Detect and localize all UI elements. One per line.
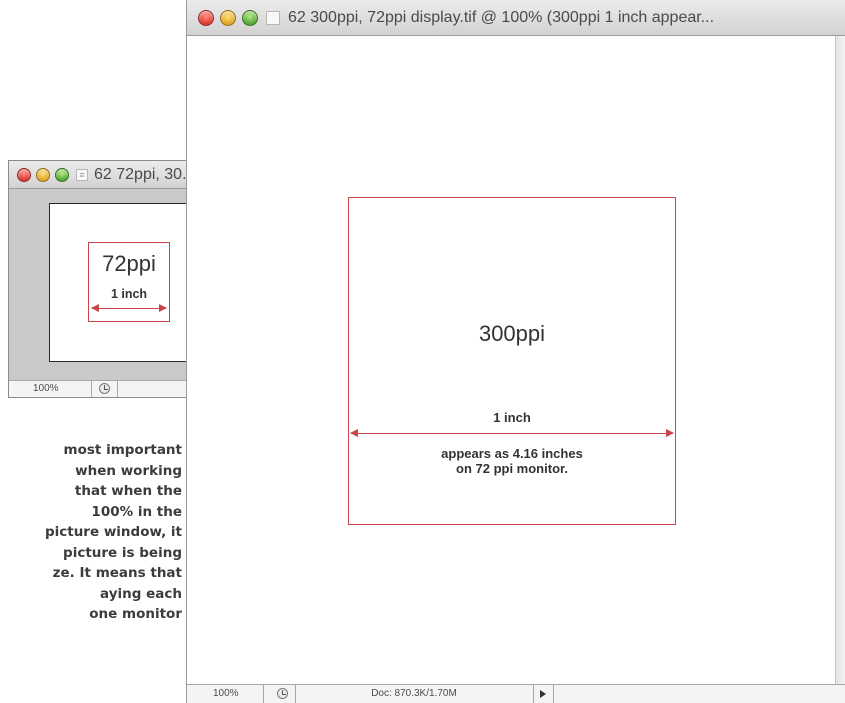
main-zoom-field[interactable]: 100% <box>187 685 263 703</box>
small-canvas[interactable]: 72ppi 1 inch <box>49 203 208 362</box>
small-inch-label: 1 inch <box>110 287 148 301</box>
main-measure-arrow <box>350 429 674 437</box>
status-divider <box>117 381 118 397</box>
document-proxy-icon[interactable] <box>266 10 280 25</box>
minimize-icon[interactable] <box>36 167 50 182</box>
status-divider <box>91 381 92 397</box>
main-inch-box: 300ppi 1 inch appears as 4.16 inches on … <box>348 197 676 525</box>
main-window-title: 62 300ppi, 72ppi display.tif @ 100% (300… <box>288 8 715 26</box>
small-inch-box: 72ppi 1 inch <box>88 242 170 322</box>
body-copy-line: 100% in the <box>91 503 182 520</box>
document-proxy-icon[interactable]: ≡ <box>76 168 88 181</box>
small-measure-arrow <box>91 304 167 312</box>
body-copy-line: picture window, it <box>44 524 182 540</box>
main-ppi-label: 300ppi <box>478 321 546 346</box>
body-copy-line: ze. It means that <box>52 565 182 581</box>
body-copy-line: when working <box>75 462 182 479</box>
close-icon[interactable] <box>17 167 31 182</box>
body-copy: most important when working that when th… <box>0 440 182 625</box>
main-inch-label: 1 inch <box>493 410 531 425</box>
body-copy-line: one monitor <box>89 606 182 622</box>
body-copy-line: that when the <box>74 483 182 499</box>
main-document-window: 62 300ppi, 72ppi display.tif @ 100% (300… <box>186 0 845 703</box>
main-vertical-scrollbar[interactable] <box>835 36 845 685</box>
clock-icon[interactable] <box>99 383 110 394</box>
doc-size-readout: Doc: 870.3K/1.70M <box>371 688 457 699</box>
clock-icon[interactable] <box>277 688 288 699</box>
small-zoom-field[interactable]: 100% <box>9 381 91 397</box>
body-copy-line: most important <box>63 442 182 458</box>
main-canvas[interactable]: 300ppi 1 inch appears as 4.16 inches on … <box>187 36 836 685</box>
zoom-icon[interactable] <box>242 9 258 26</box>
small-ppi-label: 72ppi <box>102 251 156 276</box>
play-arrow-icon[interactable] <box>540 690 546 698</box>
body-copy-line: picture is being <box>63 544 182 561</box>
body-copy-line: aying each <box>100 585 182 602</box>
close-icon[interactable] <box>198 9 214 26</box>
status-divider <box>263 685 264 703</box>
small-window-title: 62 72ppi, 30... <box>94 165 196 183</box>
status-divider <box>553 685 554 703</box>
minimize-icon[interactable] <box>220 9 236 26</box>
zoom-icon[interactable] <box>55 167 69 182</box>
main-note-line-1: appears as 4.16 inches <box>441 446 583 461</box>
status-divider <box>533 685 534 703</box>
main-status-bar: 100% Doc: 870.3K/1.70M <box>187 684 845 703</box>
main-window-titlebar[interactable]: 62 300ppi, 72ppi display.tif @ 100% (300… <box>187 0 845 36</box>
main-note-line-2: on 72 ppi monitor. <box>456 461 568 476</box>
